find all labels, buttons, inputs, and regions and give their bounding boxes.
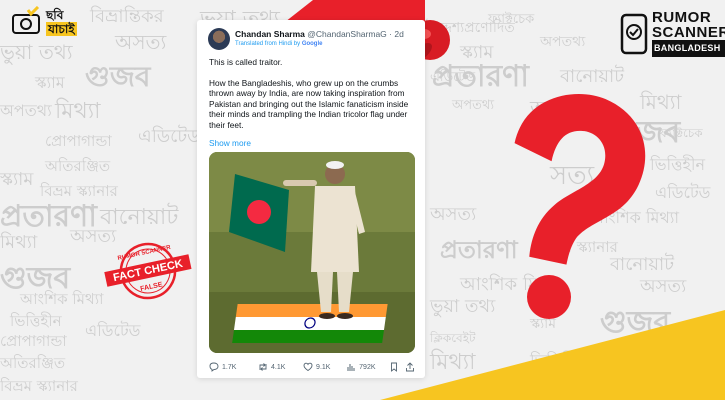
bookmark-icon: [391, 362, 398, 372]
watermark-text: আংশিক মিথ্যা: [20, 290, 104, 308]
tweet-body: This is called traitor. How the Banglade…: [209, 57, 421, 141]
watermark-text: গুজব: [85, 60, 151, 93]
fact-check-false-stamp: RUMOR SCANNER FACT CHECK FALSE: [104, 242, 192, 300]
author-handle-time: @ChandanSharmaG · 2d: [307, 29, 404, 39]
brand-bangladesh: BANGLADESH: [652, 40, 725, 57]
tweet-header: Chandan Sharma @ChandanSharmaG · 2d: [235, 29, 420, 39]
watermark-text: বিভ্রম স্ক্যানার: [0, 377, 78, 395]
watermark-text: মিথ্যা: [55, 99, 101, 124]
tweet-line-1: This is called traitor.: [209, 57, 283, 67]
question-mark-icon: [514, 94, 646, 319]
watermark-text: মিথ্যা: [0, 232, 38, 253]
watermark-text: অসত্য: [430, 204, 477, 225]
watermark-text: গুজব: [0, 261, 71, 296]
watermark-text: স্ক্যাম: [35, 73, 65, 92]
tweet-actions: 1.7K 4.1K 9.1K 792K: [209, 361, 415, 373]
brand-scanner: SCANNER: [652, 24, 725, 41]
watermark-text: অতিরঞ্জিত: [0, 354, 66, 372]
share-button[interactable]: [405, 362, 415, 372]
watermark-text: বিভ্রান্তিকর: [90, 6, 164, 27]
watermark-text: অপতথ্য: [540, 34, 586, 50]
chobi-jachai-logo: ছবি যাচাই: [10, 6, 77, 38]
avatar[interactable]: [208, 28, 230, 50]
logo-line-2: যাচাই: [46, 22, 77, 36]
watermark-text: প্রোপাগান্ডা: [45, 132, 112, 150]
tweet-paragraph: How the Bangladeshis, who grew up on the…: [209, 77, 409, 130]
show-more-link[interactable]: Show more: [209, 138, 251, 148]
watermark-text: ভুয়া তথ্য: [0, 40, 73, 64]
watermark-text: স্ক্যাম: [0, 169, 34, 190]
tweet-photo[interactable]: [209, 152, 415, 353]
translator-name: Google: [301, 41, 323, 47]
views-bar-chart-icon: [347, 364, 355, 371]
watermark-text: প্রোপাগান্ডা: [0, 332, 67, 350]
like-button[interactable]: 9.1K: [303, 362, 346, 372]
watermark-text: প্রতারণা: [0, 199, 97, 234]
bookmark-button[interactable]: [389, 362, 401, 372]
watermark-text: অপতথ্য: [0, 101, 52, 120]
watermark-text: ভিত্তিহীন: [10, 312, 62, 330]
watermark-text: বিভ্রম স্ক্যানার: [40, 182, 118, 200]
watermark-text: বানোয়াট: [100, 205, 179, 230]
tweet-card: Chandan Sharma @ChandanSharmaG · 2d Tran…: [197, 20, 425, 378]
phone-check-icon: [620, 13, 648, 54]
camera-check-icon: [12, 6, 40, 34]
watermark-text: ভুয়া তথ্য: [430, 296, 496, 317]
watermark-text: এডিটেড: [85, 321, 141, 340]
brand-rumor: RUMOR: [652, 9, 712, 26]
logo-line-1: ছবি: [46, 8, 64, 22]
like-count: 9.1K: [316, 363, 331, 371]
repost-button[interactable]: 4.1K: [258, 362, 303, 372]
watermark-text: এডিটেড: [138, 126, 201, 147]
stamp-top-text: RUMOR SCANNER: [117, 245, 172, 262]
author-name[interactable]: Chandan Sharma: [235, 29, 305, 39]
repost-icon: [259, 363, 267, 371]
views-count: 792K: [359, 363, 376, 371]
reply-icon: [209, 362, 219, 372]
rumor-scanner-logo: RUMOR SCANNER BANGLADESH: [620, 10, 725, 57]
translation-note: Translated from Hindi by Google: [235, 41, 322, 47]
reply-button[interactable]: 1.7K: [209, 362, 258, 372]
watermark-text: ফ্যাক্টচেক: [488, 12, 535, 27]
watermark-text: অসত্য: [115, 30, 167, 54]
share-icon: [406, 362, 414, 372]
watermark-text: এডিটেড: [655, 183, 711, 202]
translation-label: Translated from Hindi by: [235, 41, 301, 47]
heart-icon: [303, 362, 313, 372]
watermark-text: ক্লিকবেইট: [430, 331, 476, 345]
views-button[interactable]: 792K: [346, 362, 389, 372]
watermark-text: ফ্যাক্টচেক: [660, 126, 703, 140]
repost-count: 4.1K: [270, 363, 286, 371]
watermark-text: মিথ্যা: [430, 350, 476, 375]
reply-count: 1.7K: [222, 363, 237, 371]
stamp-bottom-text: FALSE: [140, 281, 164, 293]
watermark-text: স্ক্যাম: [460, 42, 494, 63]
watermark-text: অতিরঞ্জিত: [45, 157, 111, 175]
watermark-text: ভিত্তিহীন: [650, 155, 706, 174]
